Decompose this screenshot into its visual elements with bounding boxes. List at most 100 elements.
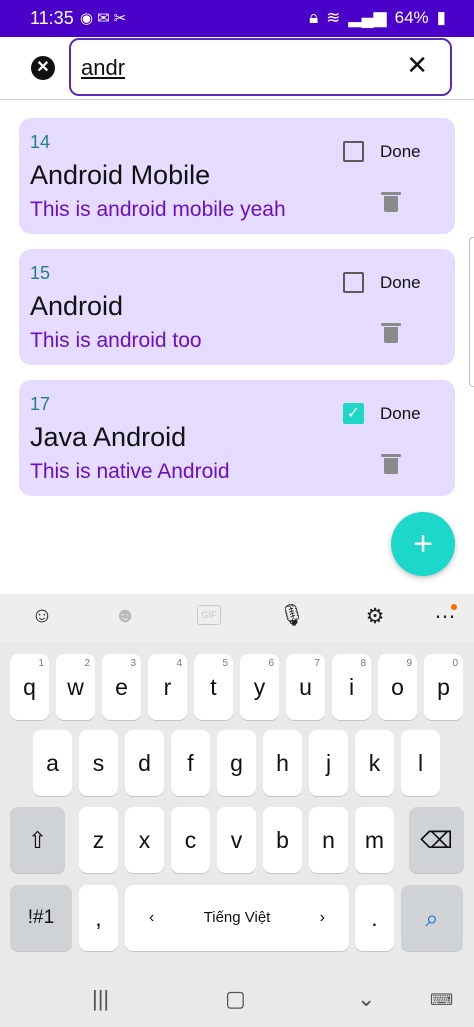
key-y[interactable]: 6y xyxy=(240,654,279,720)
gif-icon[interactable]: GIF xyxy=(197,605,221,625)
key-e[interactable]: 3e xyxy=(102,654,141,720)
keyboard-toolbar: ☺ ☻ 🎙︎ ⚙ ⋯ xyxy=(0,594,474,642)
key-d[interactable]: d xyxy=(125,730,164,796)
symbols-key[interactable]: !#1 xyxy=(10,885,72,951)
todo-description: This is android mobile yeah xyxy=(30,198,286,221)
home-icon[interactable]: ▢ xyxy=(225,986,246,1012)
search-key-icon[interactable]: ⌕ xyxy=(401,885,463,951)
key-hint: 3 xyxy=(130,658,136,669)
key-f[interactable]: f xyxy=(171,730,210,796)
backspace-key[interactable]: ⌫ xyxy=(409,807,464,873)
add-todo-button[interactable]: + xyxy=(391,512,455,576)
key-label: o xyxy=(391,674,404,700)
chevron-right-icon: › xyxy=(319,909,325,926)
period-key[interactable]: . xyxy=(355,885,394,951)
key-hint: 5 xyxy=(222,658,228,669)
scroll-edge[interactable] xyxy=(469,237,474,387)
status-bar: 11:35 ◉✉✂ 🔒︎ ≋ ▂▄▆ 64% ▮ xyxy=(0,0,474,37)
key-j[interactable]: j xyxy=(309,730,348,796)
key-hint: 9 xyxy=(406,658,412,669)
todo-card[interactable]: 17 Java Android This is native Android ✓… xyxy=(19,380,455,496)
todo-id: 14 xyxy=(30,132,51,152)
done-label: Done xyxy=(380,142,421,161)
key-t[interactable]: 5t xyxy=(194,654,233,720)
signal-icon: ▂▄▆ xyxy=(348,8,387,27)
key-l[interactable]: l xyxy=(401,730,440,796)
key-o[interactable]: 9o xyxy=(378,654,417,720)
status-right: 🔒︎ ≋ ▂▄▆ 64% ▮ xyxy=(309,8,446,28)
navigation-bar: ||| ▢ ⌄ ⌨ xyxy=(0,972,474,1027)
todo-description: This is android too xyxy=(30,329,202,352)
keyboard: 1q 2w 3e 4r 5t 6y 7u 8i 9o 0p a s d f g … xyxy=(0,642,474,972)
key-v[interactable]: v xyxy=(217,807,256,873)
todo-title: Java Android xyxy=(30,422,187,452)
space-label: Tiếng Việt xyxy=(203,909,271,926)
settings-gear-icon[interactable]: ⚙ xyxy=(361,604,389,632)
key-a[interactable]: a xyxy=(33,730,72,796)
key-z[interactable]: z xyxy=(79,807,118,873)
key-hint: 6 xyxy=(268,658,274,669)
key-label: p xyxy=(437,674,450,700)
battery-icon: ▮ xyxy=(436,8,446,27)
emoji-icon[interactable]: ☺ xyxy=(28,604,56,632)
microphone-icon[interactable]: 🎙︎ xyxy=(278,604,306,632)
key-hint: 1 xyxy=(38,658,44,669)
shift-key[interactable]: ⇧ xyxy=(10,807,65,873)
lock-icon: 🔒︎ xyxy=(309,8,319,27)
key-label: t xyxy=(210,674,217,700)
chevron-left-icon: ‹ xyxy=(149,909,155,926)
recents-icon[interactable]: ||| xyxy=(92,986,109,1012)
todo-title: Android xyxy=(30,291,124,321)
wifi-icon: ≋ xyxy=(326,8,341,27)
key-w[interactable]: 2w xyxy=(56,654,95,720)
key-q[interactable]: 1q xyxy=(10,654,49,720)
key-label: r xyxy=(163,674,172,700)
key-x[interactable]: x xyxy=(125,807,164,873)
key-hint: 4 xyxy=(176,658,182,669)
done-label: Done xyxy=(380,404,421,423)
done-label: Done xyxy=(380,273,421,292)
key-c[interactable]: c xyxy=(171,807,210,873)
key-label: w xyxy=(67,674,84,700)
key-hint: 8 xyxy=(360,658,366,669)
key-label: u xyxy=(299,674,312,700)
search-input[interactable]: andr xyxy=(81,55,125,81)
key-label: i xyxy=(348,674,355,700)
todo-description: This is native Android xyxy=(30,460,230,483)
key-label: e xyxy=(115,674,128,700)
trash-icon[interactable] xyxy=(381,454,401,474)
key-hint: 2 xyxy=(84,658,90,669)
battery-level: 64% xyxy=(394,8,429,27)
status-time: 11:35 xyxy=(30,8,74,28)
key-s[interactable]: s xyxy=(79,730,118,796)
key-g[interactable]: g xyxy=(217,730,256,796)
key-n[interactable]: n xyxy=(309,807,348,873)
key-p[interactable]: 0p xyxy=(424,654,463,720)
back-icon[interactable]: ⌄ xyxy=(357,986,375,1012)
notification-icons: ◉✉✂ xyxy=(80,10,131,27)
done-checkbox[interactable]: ✓ xyxy=(343,403,364,424)
todo-card[interactable]: 14 Android Mobile This is android mobile… xyxy=(19,118,455,234)
key-u[interactable]: 7u xyxy=(286,654,325,720)
x-icon[interactable]: ✕ xyxy=(406,50,428,81)
space-key[interactable]: ‹ Tiếng Việt › xyxy=(125,885,349,951)
key-i[interactable]: 8i xyxy=(332,654,371,720)
trash-icon[interactable] xyxy=(381,192,401,212)
todo-card[interactable]: 15 Android This is android too Done xyxy=(19,249,455,365)
keyboard-hide-icon[interactable]: ⌨ xyxy=(430,990,453,1010)
key-k[interactable]: k xyxy=(355,730,394,796)
search-field[interactable]: andr ✕ xyxy=(69,38,452,96)
key-hint: 7 xyxy=(314,658,320,669)
key-r[interactable]: 4r xyxy=(148,654,187,720)
close-circle-icon[interactable]: ✕ xyxy=(31,56,55,80)
key-m[interactable]: m xyxy=(355,807,394,873)
key-h[interactable]: h xyxy=(263,730,302,796)
key-label: q xyxy=(23,674,36,700)
sticker-icon[interactable]: ☻ xyxy=(111,604,139,632)
key-b[interactable]: b xyxy=(263,807,302,873)
done-checkbox[interactable] xyxy=(343,141,364,162)
comma-key[interactable]: , xyxy=(79,885,118,951)
todo-id: 17 xyxy=(30,394,51,414)
done-checkbox[interactable] xyxy=(343,272,364,293)
trash-icon[interactable] xyxy=(381,323,401,343)
